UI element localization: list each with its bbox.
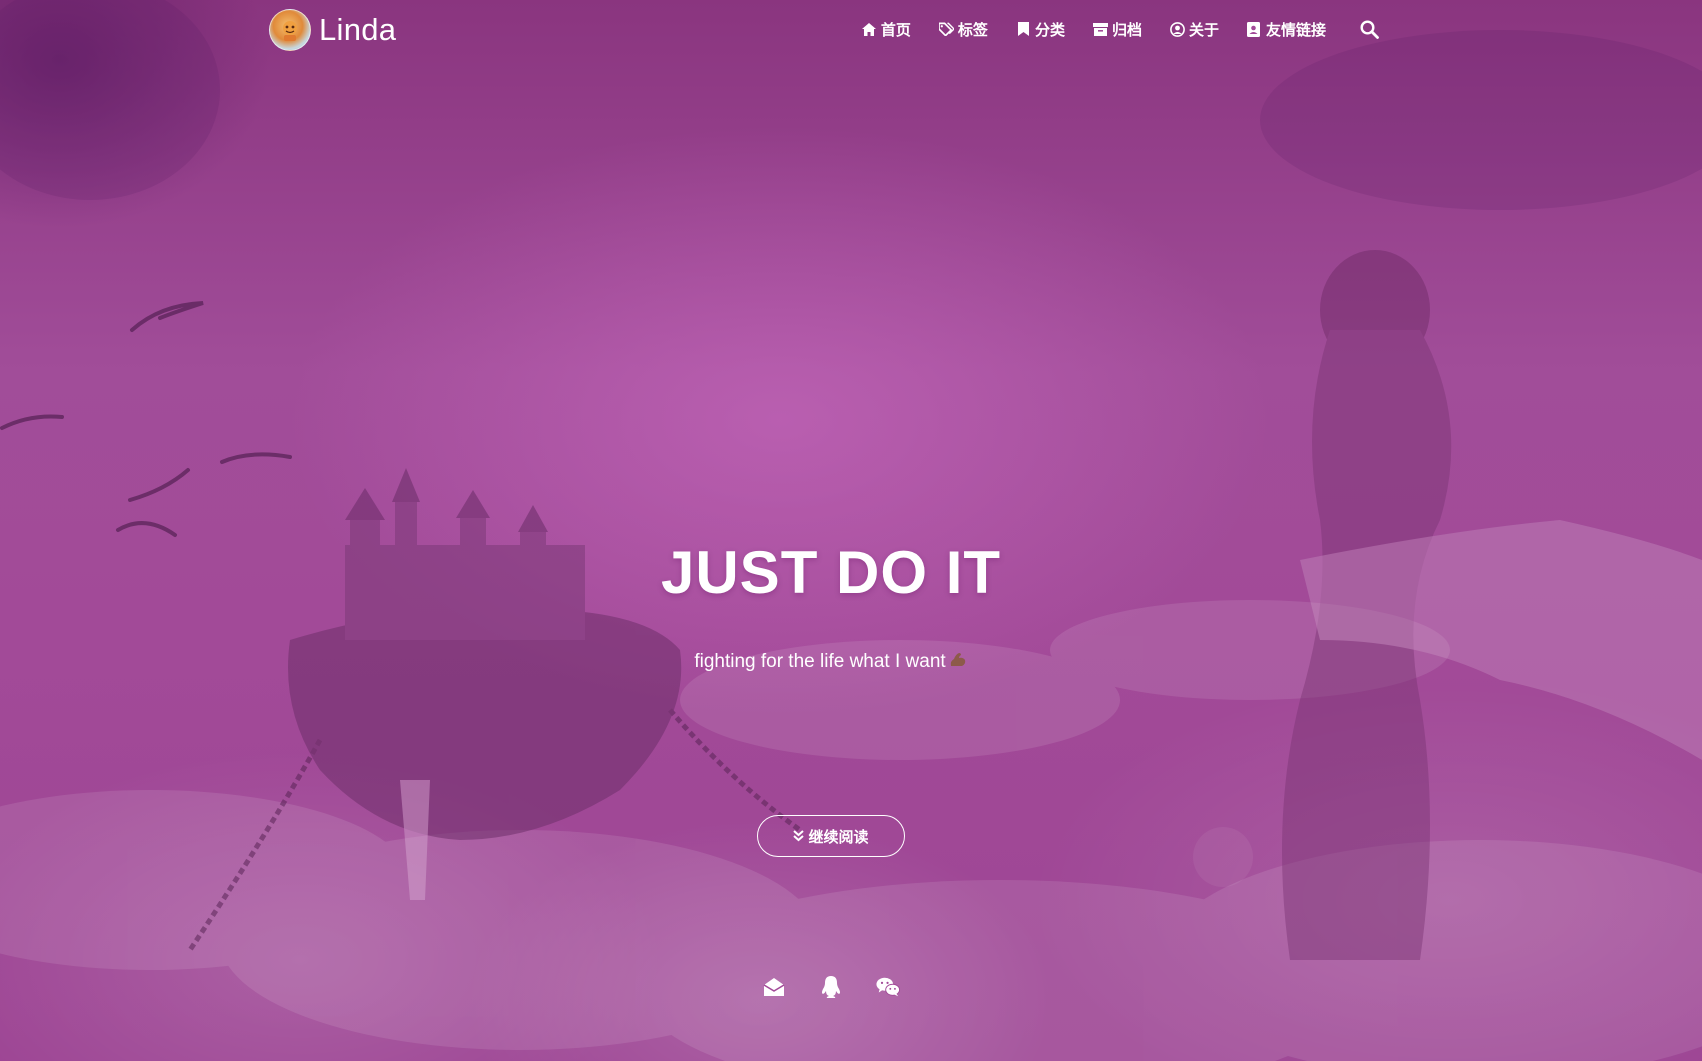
hero-subtitle: fighting for the life what I want — [0, 650, 1662, 674]
hero-title: JUST DO IT — [660, 539, 1002, 606]
nav-item-categories-label: 分类 — [1034, 21, 1065, 39]
nav-item-friend-links[interactable]: 友情链接 — [1247, 19, 1326, 40]
qq-link[interactable] — [819, 975, 843, 999]
nav-item-tags[interactable]: 标签 — [938, 19, 988, 40]
avatar-icon — [269, 9, 311, 51]
home-icon — [862, 22, 877, 37]
search-button[interactable] — [1358, 18, 1380, 40]
wechat-link[interactable] — [876, 975, 900, 999]
qq-icon — [822, 976, 840, 998]
hero-section: Linda 首页 标签 分类 归档 关于 友情链接 JUST DO IT fig… — [0, 0, 1702, 1061]
brand-link[interactable]: Linda — [269, 9, 396, 51]
nav-item-archive[interactable]: 归档 — [1092, 19, 1142, 40]
site-title: Linda — [319, 12, 397, 47]
envelope-open-icon — [763, 978, 785, 996]
tags-icon — [938, 22, 954, 37]
user-circle-icon — [1170, 21, 1185, 37]
muscle-icon — [948, 650, 968, 670]
social-links — [0, 975, 1662, 999]
nav-item-home[interactable]: 首页 — [862, 19, 911, 40]
hero-subtitle-text: fighting for the life what I want — [694, 651, 946, 672]
bookmark-icon — [1016, 22, 1031, 37]
nav-item-home-label: 首页 — [880, 21, 911, 39]
nav-item-categories[interactable]: 分类 — [1016, 19, 1065, 40]
wechat-icon — [876, 977, 900, 997]
nav-item-tags-label: 标签 — [957, 21, 988, 39]
nav-item-friend-links-label: 友情链接 — [1265, 21, 1326, 39]
background-scenery — [0, 0, 1702, 1061]
search-icon — [1359, 19, 1379, 39]
top-navbar: Linda 首页 标签 分类 归档 关于 友情链接 — [0, 0, 1702, 58]
nav-menu: 首页 标签 分类 归档 关于 友情链接 — [862, 0, 1702, 58]
email-link[interactable] — [762, 975, 786, 999]
angle-double-down-icon — [793, 830, 805, 842]
archive-icon — [1092, 22, 1108, 37]
nav-item-archive-label: 归档 — [1111, 21, 1142, 39]
read-more-button[interactable]: 继续阅读 — [757, 815, 905, 857]
address-book-icon — [1247, 21, 1262, 37]
read-more-label: 继续阅读 — [808, 828, 869, 846]
nav-item-about[interactable]: 关于 — [1170, 19, 1219, 40]
nav-item-about-label: 关于 — [1188, 21, 1219, 39]
